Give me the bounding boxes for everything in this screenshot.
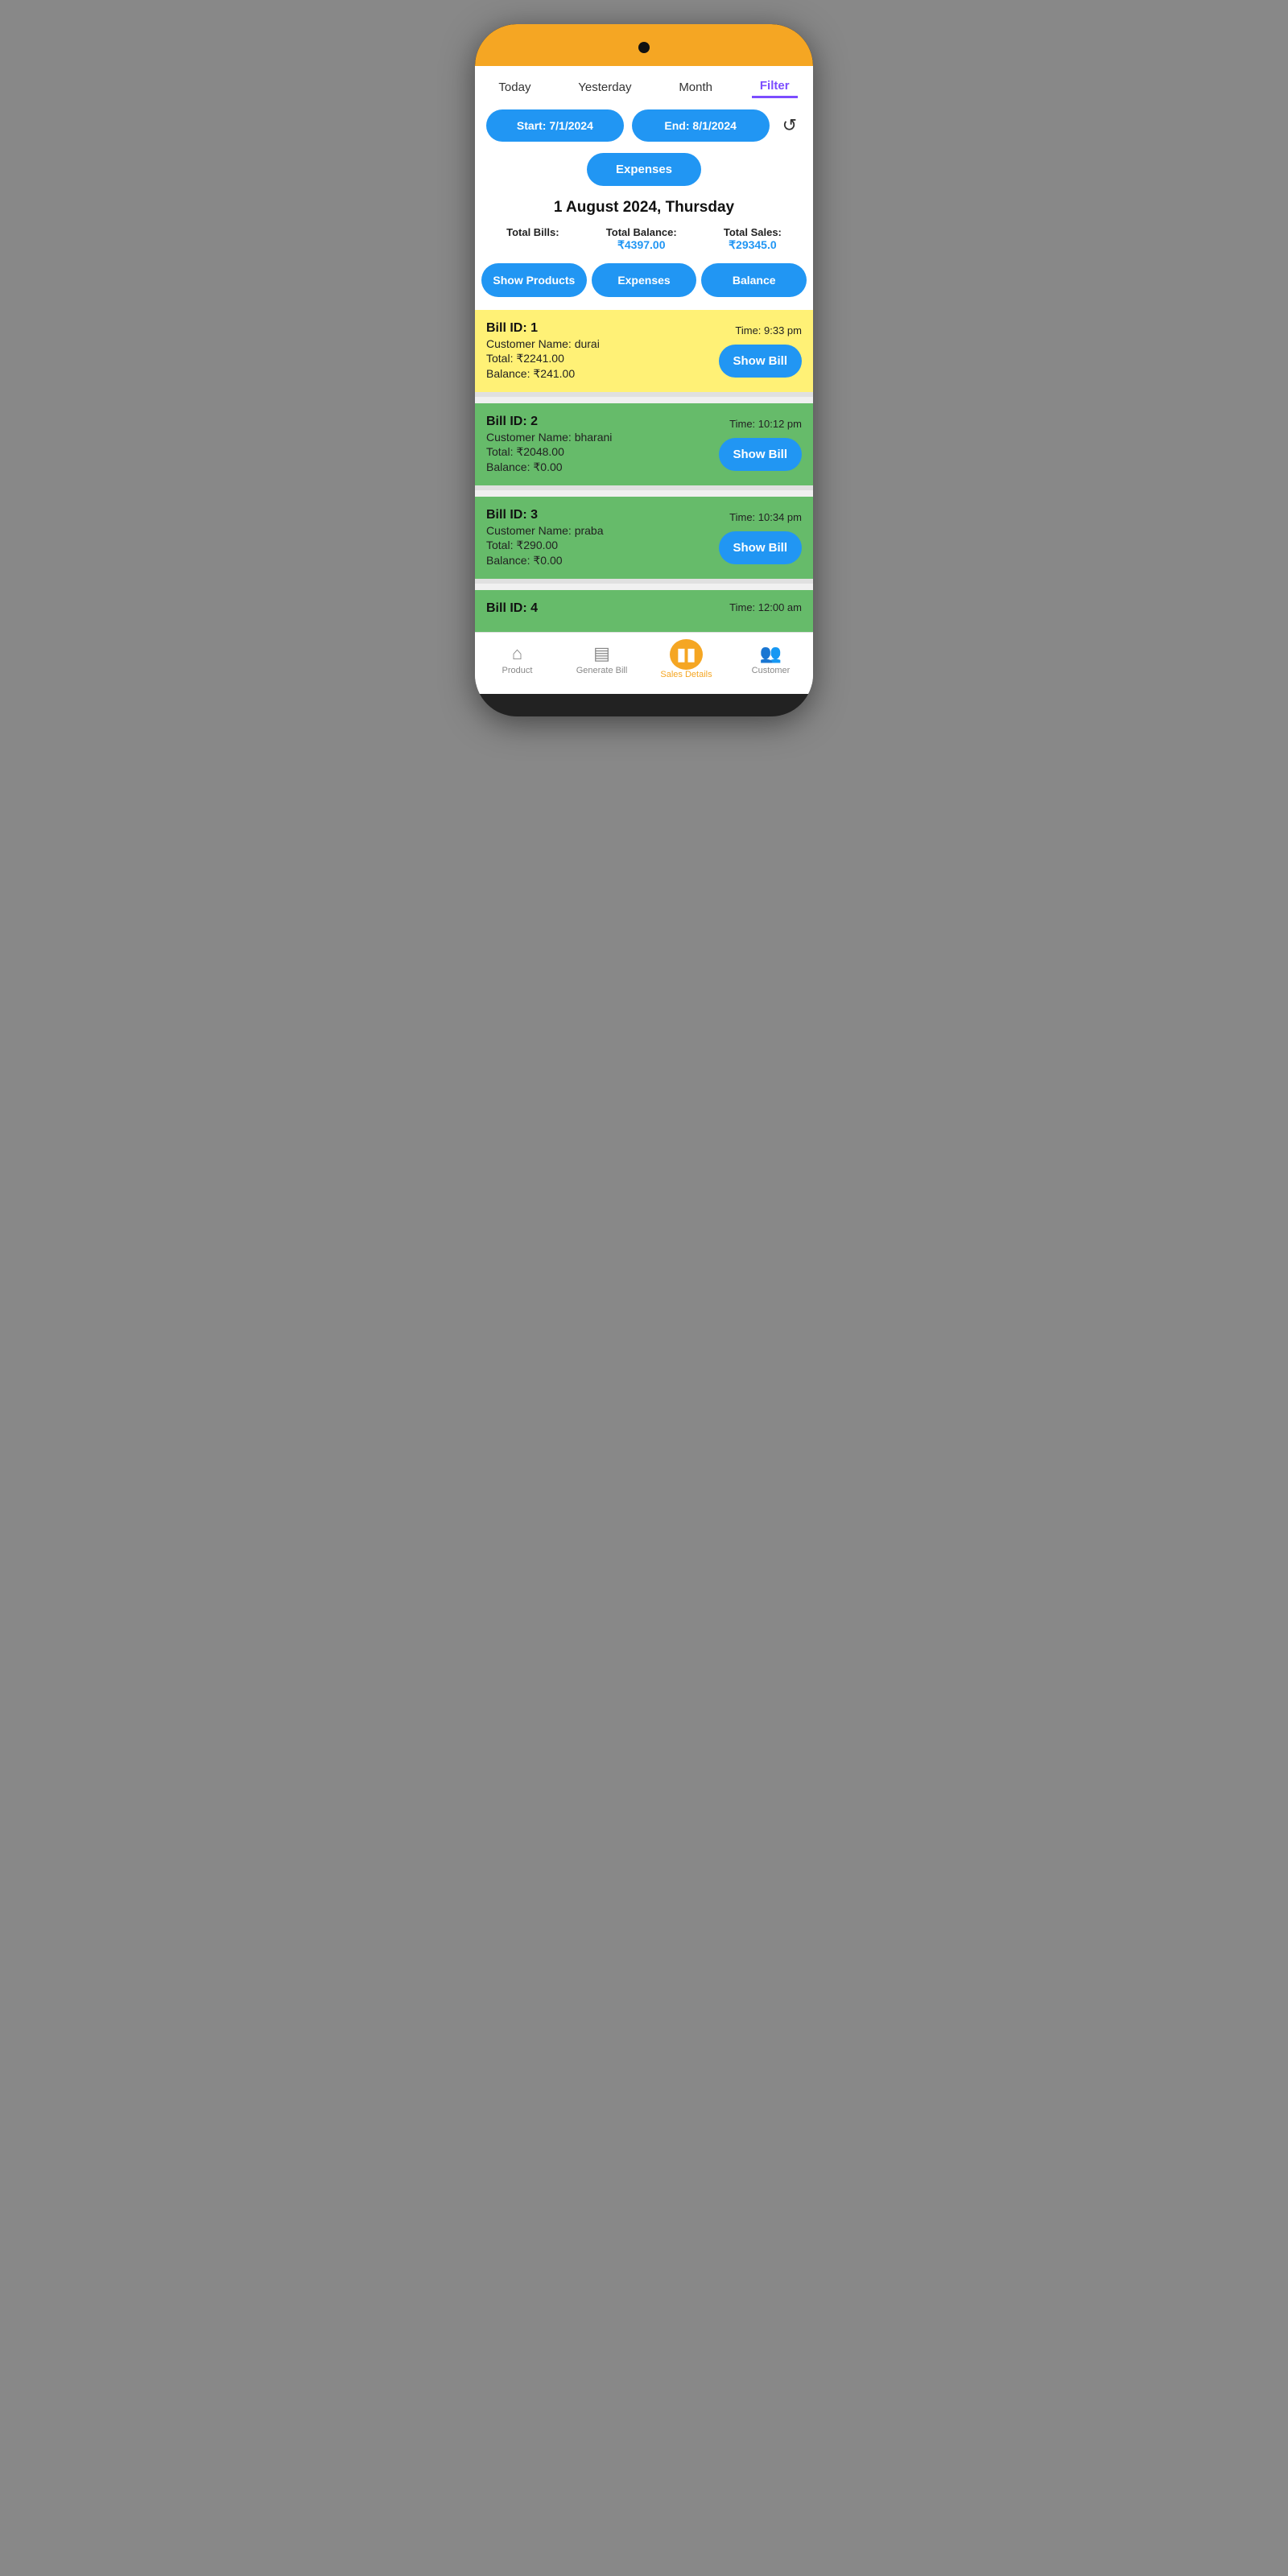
- nav-product-label: Product: [502, 666, 533, 675]
- tab-filter[interactable]: Filter: [752, 76, 798, 98]
- total-bills-label: Total Bills:: [506, 226, 559, 238]
- bill-id-4: Bill ID: 4: [486, 601, 538, 616]
- bill-card-3: Bill ID: 3 Customer Name: praba Total: ₹…: [475, 497, 813, 579]
- stat-total-balance: Total Balance: ₹4397.00: [606, 226, 677, 252]
- total-balance-value: ₹4397.00: [617, 238, 666, 252]
- balance-button[interactable]: Balance: [701, 263, 807, 297]
- end-date-button[interactable]: End: 8/1/2024: [632, 109, 770, 142]
- show-bill-button-1[interactable]: Show Bill: [719, 345, 803, 378]
- action-row: Show Products Expenses Balance: [475, 257, 813, 303]
- nav-generate-bill[interactable]: ▤ Generate Bill: [559, 643, 644, 675]
- camera-icon: [638, 42, 650, 53]
- phone-frame: Today Yesterday Month Filter Start: 7/1/…: [475, 24, 813, 716]
- refresh-button[interactable]: ↺: [778, 112, 802, 139]
- bill-right-2: Time: 10:12 pm Show Bill: [705, 418, 802, 471]
- nav-generate-bill-label: Generate Bill: [576, 666, 628, 675]
- bill-info-3: Bill ID: 3 Customer Name: praba Total: ₹…: [486, 508, 705, 568]
- start-date-button[interactable]: Start: 7/1/2024: [486, 109, 624, 142]
- bill-time-1: Time: 9:33 pm: [735, 324, 802, 336]
- bill-balance-3: Balance: ₹0.00: [486, 554, 705, 568]
- tab-bar: Today Yesterday Month Filter: [475, 66, 813, 101]
- show-products-button[interactable]: Show Products: [481, 263, 587, 297]
- bill-id-1: Bill ID: 1: [486, 321, 705, 336]
- tab-today[interactable]: Today: [490, 77, 539, 97]
- bill-total-1: Total: ₹2241.00: [486, 352, 705, 365]
- home-icon: ⌂: [512, 643, 522, 664]
- expenses-button[interactable]: Expenses: [587, 153, 701, 186]
- bill-balance-2: Balance: ₹0.00: [486, 460, 705, 474]
- bill-customer-3: Customer Name: praba: [486, 524, 705, 537]
- nav-sales-details-label: Sales Details: [660, 670, 712, 679]
- stat-total-bills: Total Bills:: [506, 226, 559, 238]
- chart-icon: ▮▮: [676, 644, 696, 664]
- date-heading: 1 August 2024, Thursday: [475, 191, 813, 221]
- expenses-row: Expenses: [475, 147, 813, 191]
- tab-yesterday[interactable]: Yesterday: [570, 77, 639, 97]
- bill-balance-1: Balance: ₹241.00: [486, 367, 705, 381]
- total-sales-label: Total Sales:: [724, 226, 782, 238]
- bottom-nav: ⌂ Product ▤ Generate Bill ▮▮ Sales Detai…: [475, 632, 813, 684]
- nav-customer[interactable]: 👥 Customer: [729, 643, 813, 675]
- bill-total-2: Total: ₹2048.00: [486, 445, 705, 459]
- bill-customer-2: Customer Name: bharani: [486, 431, 705, 444]
- bill-time-3: Time: 10:34 pm: [729, 511, 802, 523]
- bill-right-3: Time: 10:34 pm Show Bill: [705, 511, 802, 564]
- bill-right-1: Time: 9:33 pm Show Bill: [705, 324, 802, 378]
- bill-card-4: Bill ID: 4 Time: 12:00 am: [475, 590, 813, 632]
- bill-info-2: Bill ID: 2 Customer Name: bharani Total:…: [486, 415, 705, 474]
- customer-icon: 👥: [760, 643, 782, 664]
- bill-id-2: Bill ID: 2: [486, 415, 705, 429]
- total-balance-label: Total Balance:: [606, 226, 677, 238]
- nav-customer-label: Customer: [752, 666, 791, 675]
- bill-total-3: Total: ₹290.00: [486, 539, 705, 552]
- action-expenses-button[interactable]: Expenses: [592, 263, 697, 297]
- total-sales-value: ₹29345.0: [729, 238, 777, 252]
- bill-info-1: Bill ID: 1 Customer Name: durai Total: ₹…: [486, 321, 705, 381]
- tab-month[interactable]: Month: [671, 77, 720, 97]
- bill-card-1: Bill ID: 1 Customer Name: durai Total: ₹…: [475, 310, 813, 392]
- bill-card-2: Bill ID: 2 Customer Name: bharani Total:…: [475, 403, 813, 485]
- bill-icon: ▤: [593, 643, 610, 664]
- bill-customer-1: Customer Name: durai: [486, 337, 705, 350]
- nav-product[interactable]: ⌂ Product: [475, 643, 559, 675]
- show-bill-button-3[interactable]: Show Bill: [719, 531, 803, 564]
- phone-screen: Today Yesterday Month Filter Start: 7/1/…: [475, 66, 813, 694]
- show-bill-button-2[interactable]: Show Bill: [719, 438, 803, 471]
- bill-id-3: Bill ID: 3: [486, 508, 705, 522]
- bill-time-4: Time: 12:00 am: [729, 601, 802, 613]
- bills-container: Bill ID: 1 Customer Name: durai Total: ₹…: [475, 310, 813, 632]
- filter-row: Start: 7/1/2024 End: 8/1/2024 ↺: [475, 101, 813, 147]
- bill-time-2: Time: 10:12 pm: [729, 418, 802, 430]
- stat-total-sales: Total Sales: ₹29345.0: [724, 226, 782, 252]
- stats-row: Total Bills: Total Balance: ₹4397.00 Tot…: [475, 221, 813, 257]
- nav-sales-details[interactable]: ▮▮ Sales Details: [644, 639, 729, 679]
- status-bar: [475, 24, 813, 66]
